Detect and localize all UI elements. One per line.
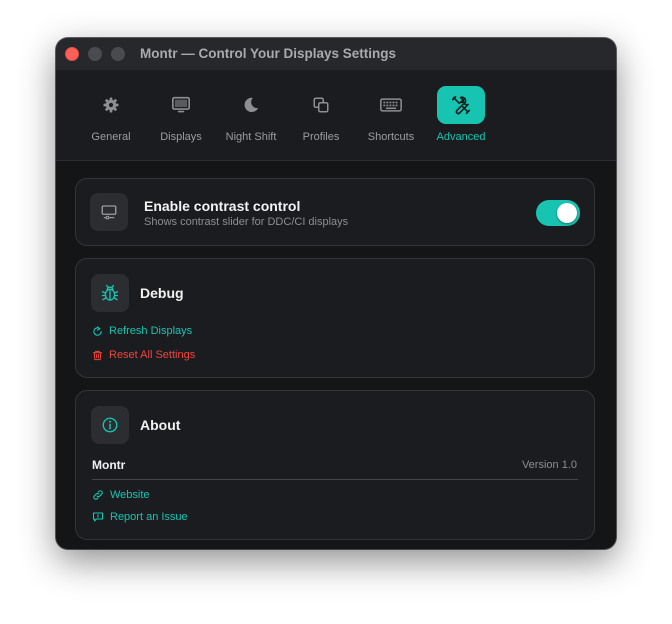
tab-shortcuts[interactable]: Shortcuts [354,86,428,146]
contrast-control-card: Enable contrast control Shows contrast s… [75,178,595,246]
tab-displays-label: Displays [160,131,202,143]
tab-night-shift[interactable]: Night Shift [214,86,288,146]
about-card: About Montr Version 1.0 Website Report a… [75,390,595,540]
refresh-displays-label: Refresh Displays [109,325,193,337]
link-icon [93,490,103,500]
contrast-control-subtitle: Shows contrast slider for DDC/CI display… [144,216,349,228]
contrast-control-title: Enable contrast control [144,198,301,214]
tab-advanced[interactable]: Advanced [424,86,498,146]
copy-icon [297,86,345,124]
app-version: Version 1.0 [521,459,577,471]
report-issue-link[interactable]: Report an Issue [92,511,188,523]
website-link[interactable]: Website [92,489,150,501]
monitor-icon [157,86,205,124]
minimize-window-button[interactable] [88,47,102,61]
reset-all-settings-label: Reset All Settings [109,349,196,361]
gear-icon [87,86,135,124]
settings-window: Montr — Control Your Displays Settings G… [56,38,616,549]
website-label: Website [110,489,150,501]
tab-profiles[interactable]: Profiles [284,86,358,146]
report-issue-label: Report an Issue [110,511,188,523]
preferences-toolbar: General Displays Night Shift Profiles Sh… [56,70,616,161]
title-bar: Montr — Control Your Displays Settings [56,38,616,70]
tab-shortcuts-label: Shortcuts [367,131,415,143]
debug-title: Debug [140,285,184,301]
refresh-displays-button[interactable]: Refresh Displays [92,325,192,337]
refresh-icon [93,325,102,336]
window-title: Montr — Control Your Displays Settings [140,46,397,61]
display-settings-icon [90,193,128,231]
tools-icon [437,86,485,124]
debug-card: Debug Refresh Displays Reset All Setting… [75,258,595,378]
tab-advanced-label: Advanced [436,131,486,143]
about-title: About [140,417,181,433]
about-divider [92,479,578,480]
toggle-knob [557,203,577,223]
reset-all-settings-button[interactable]: Reset All Settings [92,349,195,361]
zoom-window-button[interactable] [111,47,125,61]
app-name: Montr [92,458,126,472]
tab-general-label: General [91,131,131,143]
speech-bubble-icon [92,512,104,522]
trash-icon [92,350,103,360]
contrast-control-toggle[interactable] [536,200,580,226]
tab-profiles-label: Profiles [302,131,340,143]
close-window-button[interactable] [65,47,79,61]
info-icon [91,406,129,444]
tab-night-shift-label: Night Shift [225,131,277,143]
moon-icon [227,86,275,124]
tab-displays[interactable]: Displays [144,86,218,146]
keyboard-icon [367,86,415,124]
tab-general[interactable]: General [74,86,148,146]
bug-icon [91,274,129,312]
